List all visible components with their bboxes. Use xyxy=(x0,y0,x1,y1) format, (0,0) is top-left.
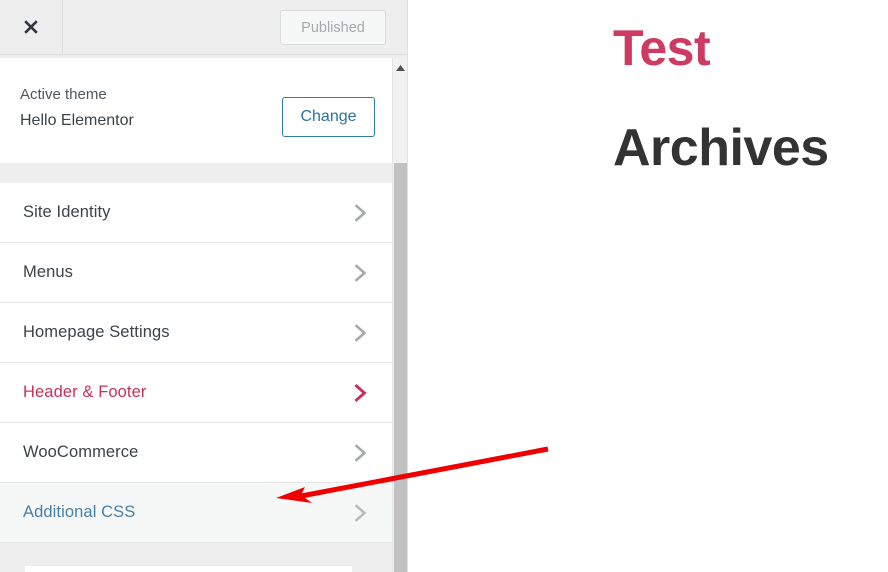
page-subtitle: Archives xyxy=(613,119,829,177)
sidebar-item-label: Menus xyxy=(23,263,74,281)
customizer-header: Published xyxy=(0,0,408,55)
change-theme-button-label: Change xyxy=(300,108,357,125)
panel-bottom-widget xyxy=(25,566,352,572)
publish-button-label: Published xyxy=(301,19,365,36)
sidebar-scrollbar[interactable] xyxy=(392,58,408,572)
scrollbar-thumb[interactable] xyxy=(394,163,408,572)
screen-root: Published Active theme Hello Elementor C… xyxy=(0,0,888,572)
close-icon xyxy=(21,17,41,37)
sidebar-item-site-identity[interactable]: Site Identity xyxy=(0,183,393,243)
close-button[interactable] xyxy=(0,0,63,54)
sidebar-item-homepage-settings[interactable]: Homepage Settings xyxy=(0,303,393,363)
site-preview: Test Archives xyxy=(408,0,888,572)
sidebar-item-label: Site Identity xyxy=(23,203,111,221)
sidebar-item-label: Header & Footer xyxy=(23,383,147,401)
sidebar-item-header-footer[interactable]: Header & Footer xyxy=(0,363,393,423)
customizer-panel: Published Active theme Hello Elementor C… xyxy=(0,0,408,572)
active-theme-label: Active theme xyxy=(20,86,107,103)
chevron-right-icon xyxy=(351,423,371,482)
sidebar-item-woocommerce[interactable]: WooCommerce xyxy=(0,423,393,483)
active-theme-name: Hello Elementor xyxy=(20,112,134,129)
page-title: Test xyxy=(613,20,711,76)
chevron-right-icon xyxy=(351,243,371,302)
sidebar-item-label: Additional CSS xyxy=(23,503,136,521)
change-theme-button[interactable]: Change xyxy=(282,97,375,137)
chevron-right-icon xyxy=(351,183,371,242)
chevron-right-icon xyxy=(351,363,371,422)
sidebar-item-label: WooCommerce xyxy=(23,443,139,461)
customizer-section-list: Site Identity Menus Homepage Settings He… xyxy=(0,183,393,543)
sidebar-item-label: Homepage Settings xyxy=(23,323,170,341)
panel-gap-strip xyxy=(0,163,393,183)
active-theme-text: Active theme Hello Elementor xyxy=(20,82,134,134)
chevron-right-icon xyxy=(351,483,371,542)
sidebar-item-additional-css[interactable]: Additional CSS xyxy=(0,483,393,543)
chevron-right-icon xyxy=(351,303,371,362)
publish-button[interactable]: Published xyxy=(280,10,386,45)
scroll-up-arrow-icon[interactable] xyxy=(393,61,408,75)
sidebar-item-menus[interactable]: Menus xyxy=(0,243,393,303)
